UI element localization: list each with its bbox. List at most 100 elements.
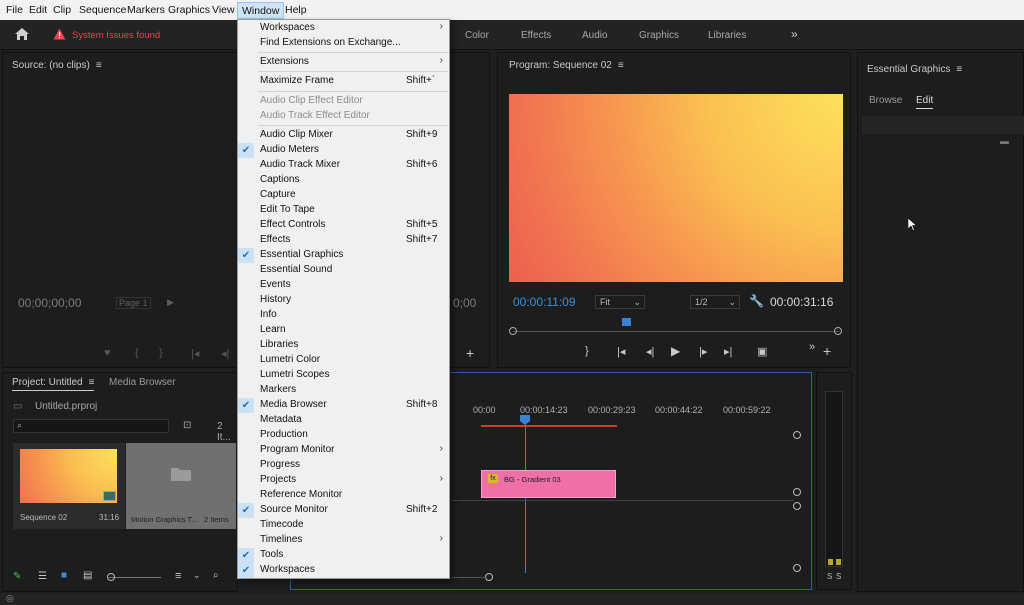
menu-item-audio-meters[interactable]: ✔ Audio Meters [238,143,449,158]
menu-item-timecode[interactable]: Timecode [238,518,449,533]
freeform-view-icon[interactable]: ▤ [83,570,92,581]
step-back-icon[interactable]: ◂| [221,347,229,360]
bin-icon[interactable]: ⊡ [183,420,191,431]
program-scrub-track[interactable] [513,331,839,332]
timeline-zoom-bar[interactable] [452,577,487,578]
go-to-out-icon[interactable]: ▸| [724,345,732,358]
tab-graphics[interactable]: Graphics [639,30,679,41]
page-next-icon[interactable]: ▶ [167,297,174,308]
resolution-dropdown[interactable]: 1/2 ⌄ [690,295,740,309]
scroll-handle-left[interactable] [509,327,517,335]
go-to-in-icon[interactable]: |◂ [617,345,625,358]
menu-item-effects[interactable]: Effects Shift+7 [238,233,449,248]
icon-view-icon[interactable]: ■ [61,570,67,581]
menu-item-markers[interactable]: Markers [238,383,449,398]
menu-item-captions[interactable]: Captions [238,173,449,188]
menu-item-essential-sound[interactable]: Essential Sound [238,263,449,278]
scroll-handle[interactable] [793,564,801,572]
menu-item-edit-to-tape[interactable]: Edit To Tape [238,203,449,218]
marker-icon[interactable]: ♥ [104,347,111,359]
menu-item-tools[interactable]: ✔ Tools [238,548,449,563]
search-input[interactable]: ⌕ [13,419,169,433]
solo-right-button[interactable]: S [836,572,841,581]
menu-item-effect-controls[interactable]: Effect Controls Shift+5 [238,218,449,233]
list-view-icon[interactable]: ☰ [38,571,47,582]
scroll-handle[interactable] [793,431,801,439]
solo-left-button[interactable]: S [827,572,832,581]
menu-item-audio-track-mixer[interactable]: Audio Track Mixer Shift+6 [238,158,449,173]
pencil-icon[interactable]: ✎ [13,571,21,582]
project-item-motion-graphics[interactable]: Motion Graphics T... 2 Items [126,443,236,529]
export-frame-icon[interactable]: ▣ [757,345,767,358]
tab-effects[interactable]: Effects [521,30,551,41]
menu-item-lumetri-scopes[interactable]: Lumetri Scopes [238,368,449,383]
zoom-slider[interactable] [109,577,161,578]
menu-help[interactable]: Help [285,4,307,16]
menu-item-info[interactable]: Info [238,308,449,323]
wrench-icon[interactable]: 🔧 [749,294,764,308]
go-to-in-icon[interactable]: |◂ [191,347,199,360]
tab-browse[interactable]: Browse [869,95,902,106]
menu-graphics[interactable]: Graphics [168,4,210,16]
menu-item-events[interactable]: Events [238,278,449,293]
graphics-layer-area[interactable] [862,116,1024,134]
step-back-icon[interactable]: ◂| [646,345,654,358]
add-button-icon[interactable]: + [466,345,474,361]
scroll-handle[interactable] [793,502,801,510]
search-icon[interactable]: ⌕ [213,570,219,581]
chevron-down-icon[interactable]: ⌄ [193,570,201,581]
fit-dropdown[interactable]: Fit ⌄ [595,295,645,309]
menu-item-workspaces[interactable]: ✔ Workspaces [238,563,449,578]
menu-item-projects[interactable]: Projects › [238,473,449,488]
menu-edit[interactable]: Edit [29,4,47,16]
menu-item-capture[interactable]: Capture [238,188,449,203]
menu-item-extensions[interactable]: Extensions › [238,55,449,70]
menu-item-libraries[interactable]: Libraries [238,338,449,353]
zoom-slider-handle[interactable] [107,573,115,581]
play-icon[interactable]: ▶ [671,344,680,358]
essential-graphics-title[interactable]: Essential Graphics ≡ [867,64,962,75]
timeline-clip[interactable]: fx BG - Gradient 03 [481,470,616,498]
menu-item-learn[interactable]: Learn [238,323,449,338]
system-issues-text[interactable]: System Issues found [72,30,160,41]
source-monitor-title[interactable]: Source: (no clips) ≡ [12,60,102,71]
menu-file[interactable]: File [6,4,23,16]
menu-item-maximize-frame[interactable]: Maximize Frame Shift+` [238,74,449,89]
menu-view[interactable]: View [212,4,235,16]
menu-item-program-monitor[interactable]: Program Monitor › [238,443,449,458]
more-controls-icon[interactable]: » [809,341,815,353]
scroll-handle[interactable] [793,488,801,496]
menu-item-audio-clip-mixer[interactable]: Audio Clip Mixer Shift+9 [238,128,449,143]
panel-menu-icon[interactable]: ≡ [96,60,102,71]
program-playhead[interactable] [622,318,631,326]
tab-edit[interactable]: Edit [916,95,934,109]
add-button-icon[interactable]: + [823,343,831,359]
tab-libraries[interactable]: Libraries [708,30,746,41]
project-item-sequence[interactable]: Sequence 02 31:16 [13,443,125,529]
tab-audio[interactable]: Audio [582,30,608,41]
panel-menu-icon[interactable]: ≡ [618,60,624,71]
mark-out-icon[interactable]: } [585,345,589,357]
folder-icon[interactable]: ▬ [1000,136,1009,146]
menu-clip[interactable]: Clip [53,4,71,16]
program-monitor-title[interactable]: Program: Sequence 02 ≡ [509,60,624,71]
menu-item-timelines[interactable]: Timelines › [238,533,449,548]
panel-menu-icon[interactable]: ≡ [956,64,962,75]
tab-media-browser[interactable]: Media Browser [109,377,176,388]
menu-item-find-extensions-on-exchange[interactable]: Find Extensions on Exchange... [238,36,449,51]
menu-sequence[interactable]: Sequence [79,4,126,16]
menu-item-progress[interactable]: Progress [238,458,449,473]
sort-icon[interactable]: ≡ [175,570,181,582]
panel-menu-icon[interactable]: ≡ [89,377,95,388]
menu-window[interactable]: Window [237,2,285,19]
menu-markers[interactable]: Markers [127,4,165,16]
menu-item-production[interactable]: Production [238,428,449,443]
step-forward-icon[interactable]: |▸ [699,345,707,358]
menu-item-history[interactable]: History [238,293,449,308]
tab-color[interactable]: Color [465,30,489,41]
more-workspaces-icon[interactable]: » [791,27,798,41]
mark-out-icon[interactable]: } [159,347,163,359]
menu-item-reference-monitor[interactable]: Reference Monitor [238,488,449,503]
scroll-handle-right[interactable] [834,327,842,335]
menu-item-essential-graphics[interactable]: ✔ Essential Graphics [238,248,449,263]
